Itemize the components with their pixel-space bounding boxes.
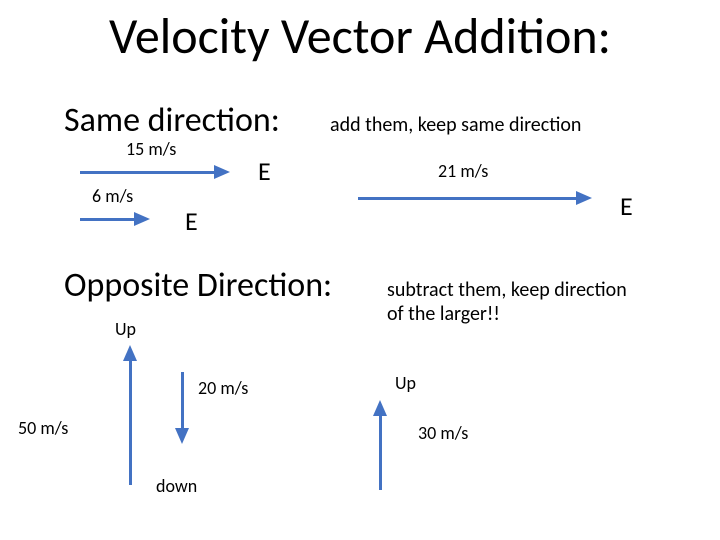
page-title: Velocity Vector Addition: bbox=[0, 6, 720, 67]
same-direction-note: add them, keep same direction bbox=[330, 113, 581, 137]
same-direction-heading: Same direction: bbox=[64, 100, 280, 141]
vec-50-dir: Up bbox=[115, 318, 136, 340]
opposite-direction-note-2: of the larger!! bbox=[387, 302, 500, 326]
opposite-direction-heading: Opposite Direction: bbox=[64, 265, 332, 306]
vec-15-dir: E bbox=[258, 155, 271, 187]
vec-15-label: 15 m/s bbox=[126, 138, 176, 160]
vec-30-label: 30 m/s bbox=[418, 422, 468, 444]
slide: Velocity Vector Addition: Same direction… bbox=[0, 0, 720, 540]
vec-30-dir: Up bbox=[395, 372, 416, 394]
vec-50-label: 50 m/s bbox=[18, 417, 68, 439]
vec-21-dir: E bbox=[620, 190, 633, 222]
opposite-direction-note-1: subtract them, keep direction bbox=[387, 278, 627, 302]
vec-21-label: 21 m/s bbox=[438, 160, 488, 182]
vec-6-label: 6 m/s bbox=[92, 185, 133, 207]
vec-20-dir: down bbox=[156, 475, 197, 497]
vec-6-dir: E bbox=[185, 205, 198, 237]
vec-20-label: 20 m/s bbox=[198, 377, 248, 399]
